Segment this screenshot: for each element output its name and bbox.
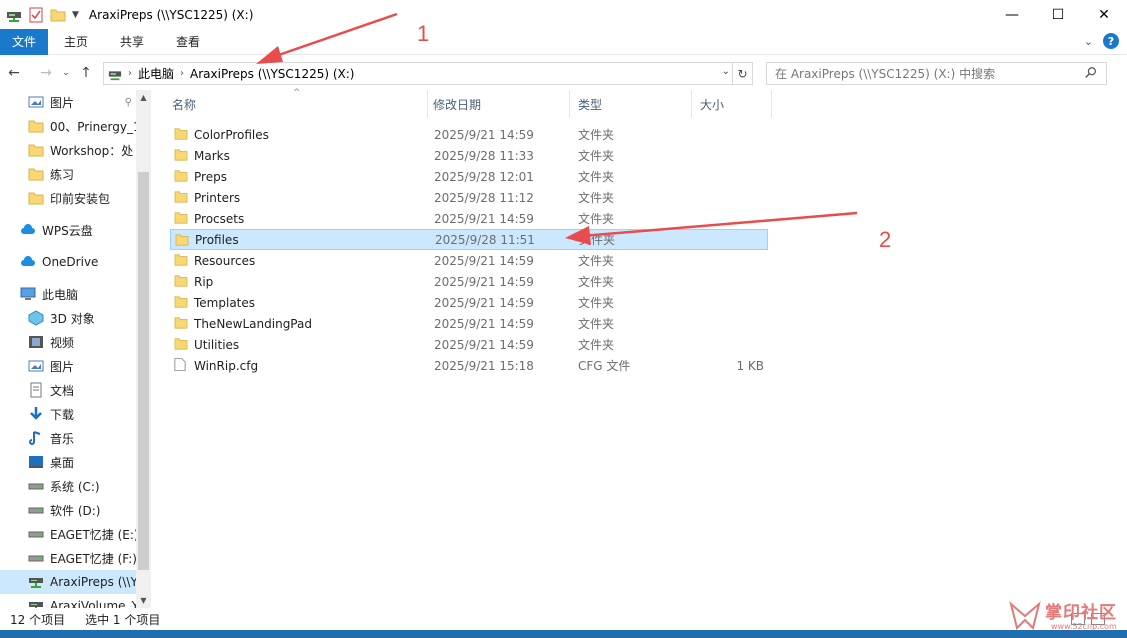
annotation-overlay <box>256 12 858 245</box>
watermark-logo-icon <box>1009 601 1041 630</box>
annotation-arrowhead-1 <box>256 46 283 64</box>
watermark: 掌印社区 www.52cnp.com <box>1005 596 1123 636</box>
annotation-arrow-2 <box>581 211 858 238</box>
annotation-label-1: 1 <box>417 21 430 46</box>
annotation-label-2: 2 <box>879 227 892 252</box>
annotation-arrowhead-2 <box>565 226 591 245</box>
annotation-arrow-1 <box>269 12 398 60</box>
watermark-url: www.52cnp.com <box>1051 622 1117 631</box>
watermark-text: 掌印社区 <box>1045 603 1117 623</box>
